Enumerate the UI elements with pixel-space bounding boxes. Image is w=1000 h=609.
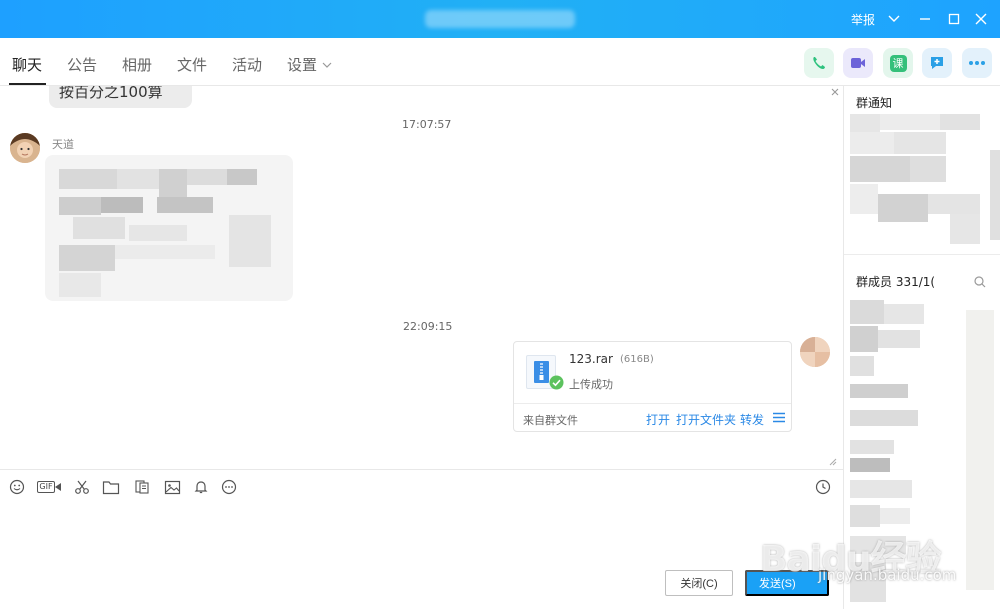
side-divider (844, 254, 1000, 255)
previous-message-text: 按百分之100算 (59, 86, 163, 101)
file-source: 来自群文件 (523, 414, 578, 427)
document-icon (135, 480, 149, 494)
member-search-icon[interactable] (974, 276, 986, 288)
image-button[interactable] (162, 477, 182, 497)
close-icon[interactable] (971, 9, 991, 29)
group-chat-window: 举报 聊天 公告 相册 文件 活动 设置 课 按百分之100算 17:07:57… (0, 0, 1000, 609)
message-timestamp: 17:07:57 (402, 118, 452, 131)
avatar[interactable] (10, 133, 40, 163)
file-card-divider (514, 403, 791, 404)
group-notice-title: 群通知 (856, 96, 893, 110)
settings-chevron-down-icon[interactable] (322, 60, 332, 70)
gif-button[interactable]: GIF (36, 477, 62, 497)
menu-icon[interactable] (773, 412, 785, 423)
file-name[interactable]: 123.rar (569, 352, 613, 366)
watermark-url: jingyan.baidu.com (818, 566, 957, 584)
upload-status: 上传成功 (569, 378, 613, 391)
scissors-icon (75, 480, 89, 494)
pixelated-message-bubble[interactable] (45, 155, 293, 301)
open-folder-link[interactable]: 打开文件夹 (676, 411, 736, 428)
clock-icon (815, 479, 831, 495)
image-icon (164, 480, 180, 494)
tab-album[interactable]: 相册 (122, 56, 152, 74)
maximize-icon[interactable] (944, 9, 964, 29)
tab-bar: 聊天 公告 相册 文件 活动 设置 课 (0, 38, 1000, 86)
minimize-icon[interactable] (915, 9, 935, 29)
message-timestamp-2: 22:09:15 (403, 320, 453, 333)
open-file-link[interactable]: 打开 (646, 411, 670, 428)
course-icon: 课 (889, 54, 907, 72)
tab-files[interactable]: 文件 (177, 56, 207, 74)
previous-message-bubble[interactable]: 按百分之100算 (49, 86, 192, 108)
share-screen-button[interactable] (922, 48, 952, 78)
upload-success-check-icon (549, 375, 564, 390)
more-tools-button[interactable] (219, 477, 239, 497)
voice-call-button[interactable] (804, 48, 834, 78)
video-camera-icon (851, 58, 865, 68)
tab-activity[interactable]: 活动 (232, 56, 262, 74)
more-button[interactable] (962, 48, 992, 78)
group-members-title: 群成员 331/1( (856, 275, 936, 289)
title-bar[interactable]: 举报 (0, 0, 1000, 38)
report-button[interactable]: 举报 (851, 11, 875, 28)
smiley-icon (9, 479, 25, 495)
history-button[interactable] (813, 477, 833, 497)
baidu-jingyan-watermark: Baidu经验 jingyan.baidu.com (760, 530, 990, 590)
more-circle-icon (221, 479, 237, 495)
close-button[interactable]: 关闭(C) (665, 570, 733, 596)
chevron-down-icon[interactable] (884, 9, 904, 29)
file-size: (616B) (620, 354, 654, 365)
tab-settings[interactable]: 设置 (287, 56, 317, 74)
screenshot-button[interactable] (72, 477, 92, 497)
collapse-close-icon[interactable] (831, 88, 839, 96)
tab-chat[interactable]: 聊天 (12, 56, 42, 74)
self-avatar[interactable] (800, 337, 830, 367)
group-name-blurred (425, 10, 575, 28)
input-divider (0, 469, 843, 470)
message-input[interactable] (0, 500, 843, 560)
active-tab-indicator (9, 83, 46, 85)
gif-icon: GIF (37, 481, 55, 493)
chat-plus-icon (931, 57, 943, 69)
files-button[interactable] (132, 477, 152, 497)
send-file-button[interactable] (101, 477, 121, 497)
emoji-button[interactable] (7, 477, 27, 497)
class-button[interactable]: 课 (883, 48, 913, 78)
resize-grip-icon[interactable] (829, 458, 837, 466)
file-message-card[interactable]: 123.rar (616B) 上传成功 来自群文件 打开 打开文件夹 转发 (513, 341, 792, 432)
tab-announcement[interactable]: 公告 (67, 56, 97, 74)
folder-icon (102, 480, 120, 494)
more-dots-icon (969, 61, 985, 65)
bell-icon (194, 481, 208, 494)
forward-link[interactable]: 转发 (740, 411, 764, 428)
sender-name: 天道 (52, 138, 74, 151)
phone-icon (813, 57, 825, 69)
video-call-button[interactable] (843, 48, 873, 78)
notify-button[interactable] (191, 477, 211, 497)
pixelated-notice[interactable] (850, 114, 1000, 244)
